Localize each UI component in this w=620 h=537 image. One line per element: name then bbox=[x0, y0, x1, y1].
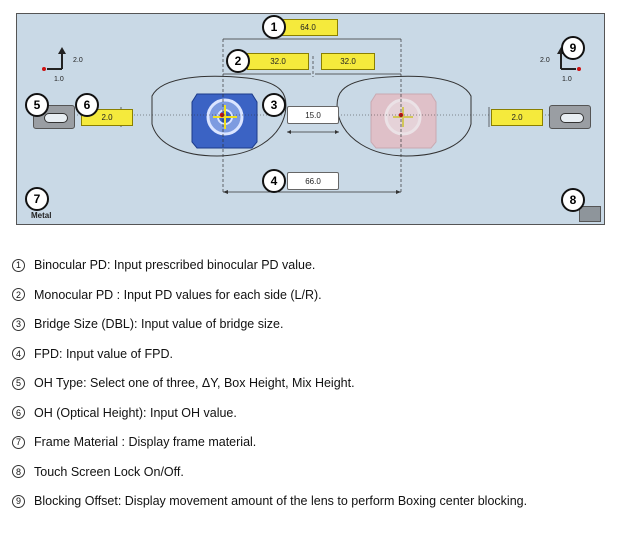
offset-left-y: 2.0 bbox=[540, 57, 550, 64]
legend-item: 5 OH Type: Select one of three, ΔY, Box H… bbox=[12, 374, 355, 392]
bridge-size-input[interactable]: 15.0 bbox=[287, 106, 339, 124]
legend-number: 3 bbox=[12, 317, 25, 331]
legend-item: 1 Binocular PD: Input prescribed binocula… bbox=[12, 256, 315, 274]
legend-text: Blocking Offset: Display movement amount… bbox=[34, 494, 528, 508]
fpd-input[interactable]: 66.0 bbox=[287, 172, 339, 190]
monocular-pd-left-input[interactable]: 32.0 bbox=[321, 53, 375, 70]
legend-text: FPD: Input value of FPD. bbox=[34, 346, 173, 361]
legend-number: 8 bbox=[12, 465, 25, 478]
callout-4: 4 bbox=[262, 169, 286, 193]
offset-left-x: 1.0 bbox=[562, 76, 572, 83]
binocular-pd-input[interactable]: 64.0 bbox=[278, 19, 338, 36]
legend-item: 3 Bridge Size (DBL): Input value of bridg… bbox=[12, 315, 283, 333]
callout-7: 7 bbox=[25, 187, 49, 211]
callout-3: 3 bbox=[262, 93, 286, 117]
legend-text: Touch Screen Lock On/Off. bbox=[34, 464, 184, 479]
legend-item: 7 Frame Material : Display frame material… bbox=[12, 433, 256, 451]
legend-number: 2 bbox=[12, 288, 25, 301]
legend-item: 4 FPD: Input value of FPD. bbox=[12, 345, 173, 363]
legend-number: 9 bbox=[12, 494, 25, 508]
legend-number: 6 bbox=[12, 406, 25, 419]
legend-item: 8 Touch Screen Lock On/Off. bbox=[12, 463, 184, 481]
callout-5: 5 bbox=[25, 93, 49, 117]
oh-type-left-button[interactable] bbox=[549, 105, 591, 129]
blocking-offset-right-axes bbox=[42, 47, 66, 71]
callout-1: 1 bbox=[262, 15, 286, 39]
left-lens-block bbox=[370, 93, 437, 149]
legend-item: 9 Blocking Offset: Display movement amoun… bbox=[12, 492, 527, 510]
offset-right-x: 1.0 bbox=[54, 76, 64, 83]
frame-material-label: Metal bbox=[31, 211, 52, 220]
legend-number: 5 bbox=[12, 376, 25, 390]
legend-number: 4 bbox=[12, 347, 25, 360]
callout-8: 8 bbox=[561, 188, 585, 212]
oh-type-icon bbox=[44, 113, 68, 123]
legend-text: OH Type: Select one of three, ΔY, Box He… bbox=[34, 376, 355, 390]
monocular-pd-right-input[interactable]: 32.0 bbox=[247, 53, 309, 70]
legend-text: Bridge Size (DBL): Input value of bridge… bbox=[34, 317, 284, 331]
legend-item: 2 Monocular PD : Input PD values for each… bbox=[12, 286, 322, 304]
callout-9: 9 bbox=[561, 36, 585, 60]
legend-text: Monocular PD : Input PD values for each … bbox=[34, 287, 322, 302]
oh-type-icon bbox=[560, 113, 584, 123]
right-lens-block bbox=[191, 93, 258, 149]
legend-item: 6 OH (Optical Height): Input OH value. bbox=[12, 404, 237, 422]
oh-left-input[interactable]: 2.0 bbox=[491, 109, 543, 126]
legend-text: Binocular PD: Input prescribed binocular… bbox=[34, 258, 316, 272]
callout-6: 6 bbox=[75, 93, 99, 117]
frame-parameter-screen: 64.0 32.0 32.0 15.0 66.0 2.0 2.0 2.0 1.0… bbox=[16, 13, 605, 225]
callout-2: 2 bbox=[226, 49, 250, 73]
legend-number: 7 bbox=[12, 435, 25, 449]
legend-text: OH (Optical Height): Input OH value. bbox=[34, 405, 237, 420]
legend-text: Frame Material : Display frame material. bbox=[34, 435, 257, 449]
screen-lock-button[interactable] bbox=[579, 206, 601, 222]
offset-right-y: 2.0 bbox=[73, 57, 83, 64]
legend-number: 1 bbox=[12, 258, 25, 272]
